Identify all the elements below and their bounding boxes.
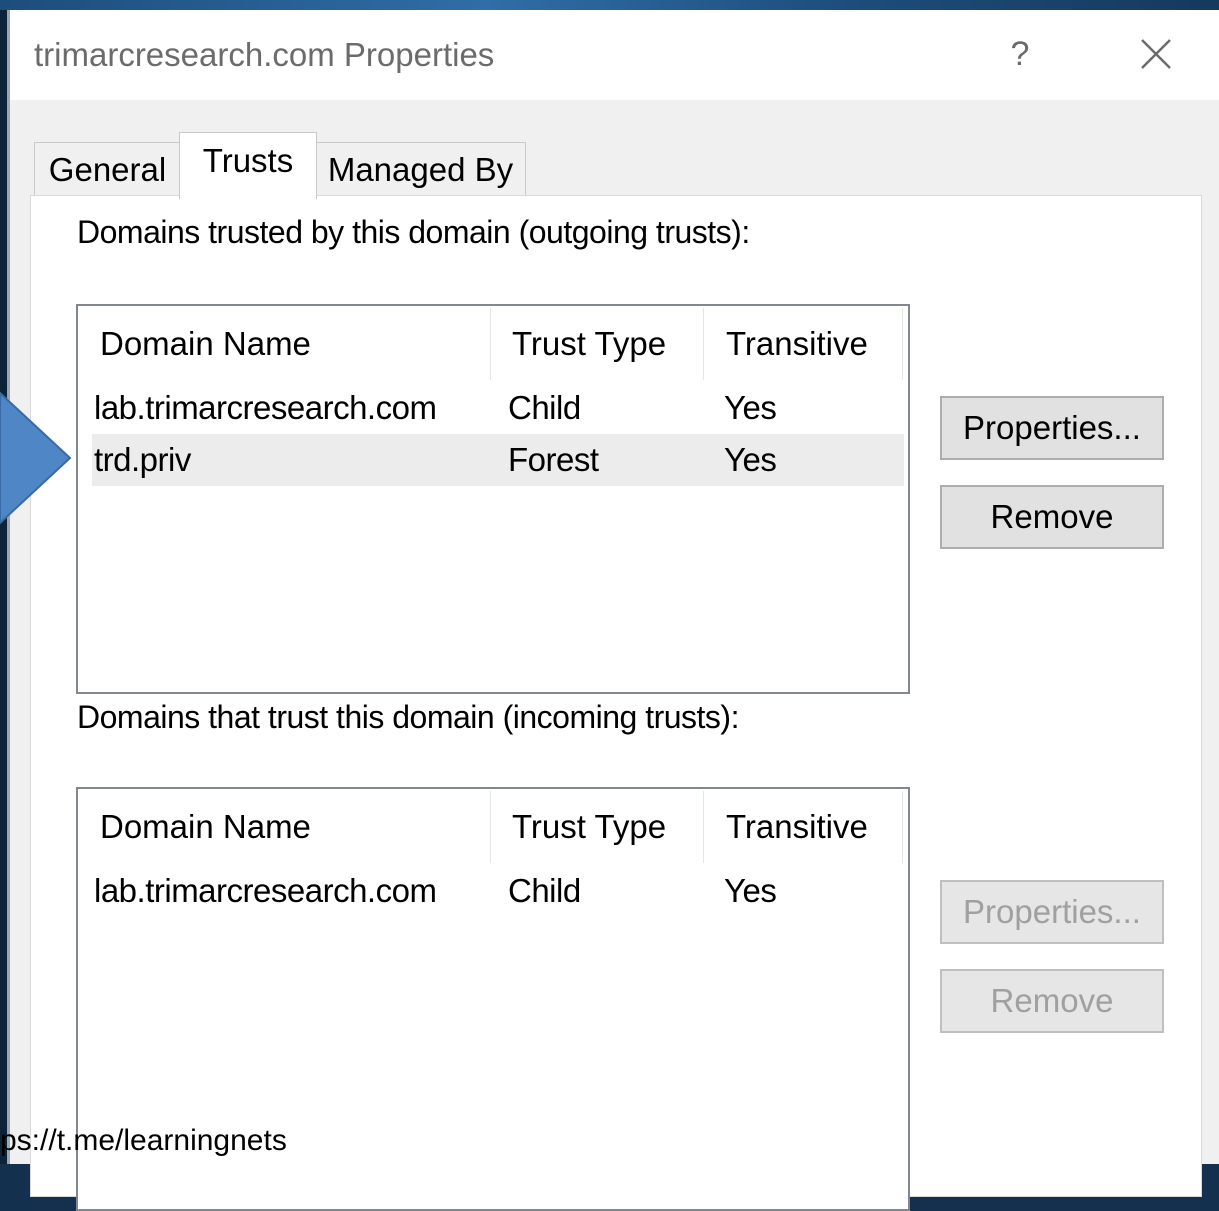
cell-domain-name: trd.priv <box>94 441 191 478</box>
incoming-properties-button[interactable]: Properties... <box>940 880 1164 944</box>
outgoing-trusts-label: Domains trusted by this domain (outgoing… <box>77 214 750 250</box>
column-header-trust-type[interactable]: Trust Type <box>512 306 666 382</box>
window-title: trimarcresearch.com Properties <box>34 36 495 73</box>
list-item[interactable]: lab.trimarcresearch.com Child Yes <box>92 865 904 917</box>
trusts-tab-panel: Domains trusted by this domain (outgoing… <box>30 195 1202 1211</box>
cell-transitive: Yes <box>724 872 777 909</box>
column-header-domain-name[interactable]: Domain Name <box>100 306 311 382</box>
column-divider[interactable] <box>902 308 903 380</box>
cell-trust-type: Forest <box>508 441 599 478</box>
outgoing-trusts-list[interactable]: Domain Name Trust Type Transitive lab.tr… <box>76 304 910 694</box>
outgoing-remove-button[interactable]: Remove <box>940 485 1164 549</box>
column-divider[interactable] <box>703 308 704 380</box>
close-icon <box>1141 39 1171 69</box>
outgoing-list-header: Domain Name Trust Type Transitive <box>78 306 906 382</box>
column-divider[interactable] <box>703 791 704 863</box>
cell-transitive: Yes <box>724 389 777 426</box>
window-left-edge <box>0 10 10 1164</box>
cell-domain-name: lab.trimarcresearch.com <box>94 389 437 426</box>
cell-transitive: Yes <box>724 441 777 478</box>
title-bar: trimarcresearch.com Properties ? <box>10 10 1219 100</box>
tab-managed-by[interactable]: Managed By <box>315 142 526 197</box>
close-button[interactable] <box>1128 24 1184 84</box>
outgoing-properties-button[interactable]: Properties... <box>940 396 1164 460</box>
column-header-transitive[interactable]: Transitive <box>726 789 868 865</box>
column-header-trust-type[interactable]: Trust Type <box>512 789 666 865</box>
incoming-remove-button[interactable]: Remove <box>940 969 1164 1033</box>
dialog-content: General Trusts Managed By Domains truste… <box>10 100 1219 1211</box>
column-divider[interactable] <box>490 791 491 863</box>
list-item-selected[interactable]: trd.priv Forest Yes <box>92 434 904 486</box>
tab-general[interactable]: General <box>34 142 181 197</box>
cell-trust-type: Child <box>508 872 581 909</box>
incoming-list-header: Domain Name Trust Type Transitive <box>78 789 906 865</box>
cell-domain-name: lab.trimarcresearch.com <box>94 872 437 909</box>
watermark-text: ps://t.me/learningnets <box>0 1124 287 1157</box>
highlight-arrow-icon <box>0 391 72 525</box>
incoming-trusts-label: Domains that trust this domain (incoming… <box>77 699 739 735</box>
column-header-transitive[interactable]: Transitive <box>726 306 868 382</box>
properties-dialog: trimarcresearch.com Properties ? General… <box>10 10 1219 1211</box>
tab-trusts[interactable]: Trusts <box>179 132 317 199</box>
help-button[interactable]: ? <box>995 24 1045 84</box>
column-divider[interactable] <box>902 791 903 863</box>
column-header-domain-name[interactable]: Domain Name <box>100 789 311 865</box>
list-item[interactable]: lab.trimarcresearch.com Child Yes <box>92 382 904 434</box>
column-divider[interactable] <box>490 308 491 380</box>
cell-trust-type: Child <box>508 389 581 426</box>
